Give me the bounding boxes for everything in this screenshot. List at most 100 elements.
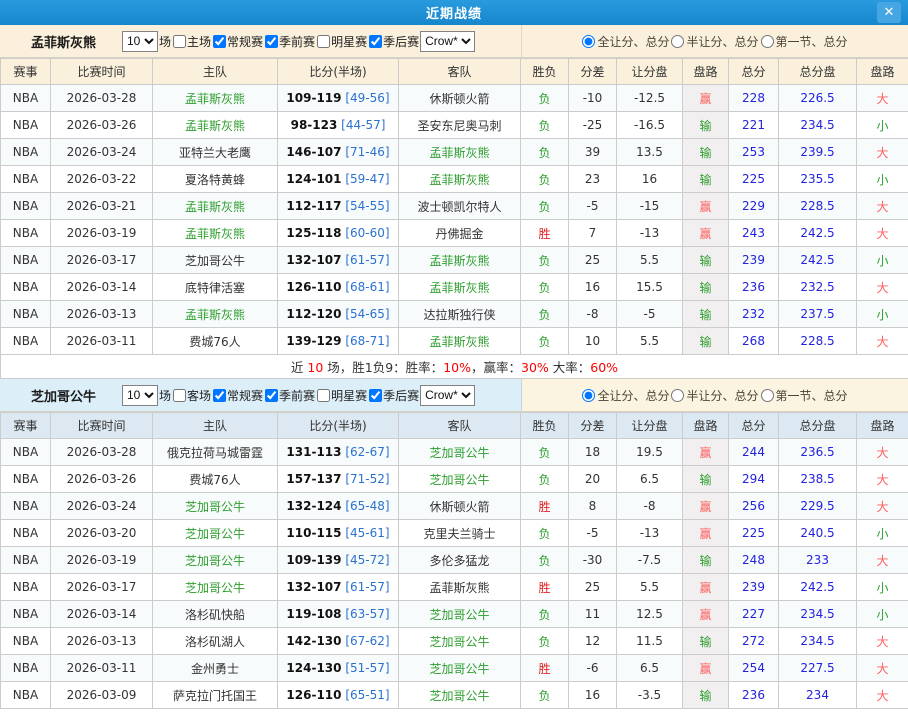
cell-date: 2026-03-11 — [51, 655, 153, 682]
cell-total-line: 236.5 — [779, 439, 857, 466]
cell-total-line: 229.5 — [779, 493, 857, 520]
filter-right-panel: 全让分、总分半让分、总分第一节、总分 — [522, 379, 908, 411]
filter-checkbox[interactable] — [265, 35, 278, 48]
filter-checkbox[interactable] — [265, 389, 278, 402]
cell-total-points: 268 — [729, 328, 779, 355]
filter-checkbox-text: 主场 — [187, 33, 211, 50]
filter-checkbox-label: 明星赛 — [315, 33, 367, 50]
score-fulltime: 112-117 — [286, 199, 341, 213]
filter-checkbox[interactable] — [213, 389, 226, 402]
games-unit-label: 场 — [159, 33, 171, 50]
cell-handicap-result: 赢 — [683, 85, 729, 112]
cell-date: 2026-03-21 — [51, 193, 153, 220]
filter-checkbox-label: 季后赛 — [367, 33, 419, 50]
cell-total-line: 242.5 — [779, 247, 857, 274]
cell-win-loss: 负 — [521, 682, 569, 709]
cell-handicap-line: -13 — [617, 220, 683, 247]
cell-score: 110-115 [45-61] — [278, 520, 399, 547]
filter-checkbox[interactable] — [317, 389, 330, 402]
odds-source-select[interactable]: Crow* — [420, 385, 475, 406]
score-fulltime: 126-110 — [286, 688, 341, 702]
filter-checkbox[interactable] — [317, 35, 330, 48]
cell-point-diff: 39 — [569, 139, 617, 166]
view-mode-radio[interactable] — [582, 389, 595, 402]
filter-checkbox-label: 主场 — [171, 33, 211, 50]
view-mode-radio[interactable] — [761, 35, 774, 48]
games-count-select[interactable]: 10 — [122, 31, 158, 52]
cell-total-line: 237.5 — [779, 301, 857, 328]
close-icon: ✕ — [884, 6, 895, 19]
view-mode-radio-text: 全让分、总分 — [597, 33, 669, 50]
filter-checkbox[interactable] — [213, 35, 226, 48]
column-header: 分差 — [569, 59, 617, 85]
filter-checkbox[interactable] — [369, 35, 382, 48]
view-mode-radio-text: 半让分、总分 — [686, 33, 758, 50]
summary-segment: 30% — [521, 360, 549, 375]
cell-handicap-line: 5.5 — [617, 574, 683, 601]
cell-league: NBA — [1, 439, 51, 466]
cell-league: NBA — [1, 466, 51, 493]
cell-handicap-result: 赢 — [683, 520, 729, 547]
cell-over-under: 大 — [857, 466, 908, 493]
cell-handicap-result: 赢 — [683, 493, 729, 520]
cell-handicap-result: 输 — [683, 166, 729, 193]
cell-handicap-line: 5.5 — [617, 328, 683, 355]
view-mode-radio[interactable] — [761, 389, 774, 402]
cell-home-team: 芝加哥公牛 — [153, 247, 278, 274]
cell-date: 2026-03-20 — [51, 520, 153, 547]
cell-league: NBA — [1, 85, 51, 112]
cell-home-team: 洛杉矶湖人 — [153, 628, 278, 655]
cell-date: 2026-03-26 — [51, 112, 153, 139]
close-button[interactable]: ✕ — [877, 2, 901, 23]
table-body: NBA2026-03-28孟菲斯灰熊109-119 [49-56]休斯顿火箭负-… — [1, 85, 908, 379]
cell-home-team: 费城76人 — [153, 466, 278, 493]
cell-total-points: 256 — [729, 493, 779, 520]
score-halftime: [71-46] — [345, 145, 389, 159]
cell-total-line: 242.5 — [779, 574, 857, 601]
cell-total-line: 228.5 — [779, 193, 857, 220]
view-mode-radio[interactable] — [582, 35, 595, 48]
cell-over-under: 大 — [857, 439, 908, 466]
cell-point-diff: 23 — [569, 166, 617, 193]
summary-segment: 大率： — [549, 360, 590, 375]
cell-away-team: 丹佛掘金 — [399, 220, 521, 247]
table-row: NBA2026-03-13孟菲斯灰熊112-120 [54-65]达拉斯独行侠负… — [1, 301, 908, 328]
cell-over-under: 大 — [857, 220, 908, 247]
score-halftime: [63-57] — [345, 607, 389, 621]
table-row: NBA2026-03-19芝加哥公牛109-139 [45-72]多伦多猛龙负-… — [1, 547, 908, 574]
results-table: 赛事比赛时间主队比分(半场)客队胜负分差让分盘盘路总分总分盘盘路NBA2026-… — [0, 58, 908, 379]
filter-checkbox[interactable] — [369, 389, 382, 402]
cell-win-loss: 负 — [521, 274, 569, 301]
recent-results-dialog: 近期战绩 ✕ 孟菲斯灰熊10场主场常规赛季前赛明星赛季后赛Crow*全让分、总分… — [0, 0, 908, 725]
cell-handicap-line: 11.5 — [617, 628, 683, 655]
cell-home-team: 费城76人 — [153, 328, 278, 355]
column-header: 赛事 — [1, 59, 51, 85]
view-mode-radio[interactable] — [671, 389, 684, 402]
column-header: 比分(半场) — [278, 413, 399, 439]
filter-checkbox[interactable] — [173, 389, 186, 402]
column-header: 总分盘 — [779, 59, 857, 85]
cell-date: 2026-03-11 — [51, 328, 153, 355]
table-row: NBA2026-03-11金州勇士124-130 [51-57]芝加哥公牛胜-6… — [1, 655, 908, 682]
cell-home-team: 孟菲斯灰熊 — [153, 193, 278, 220]
cell-away-team: 达拉斯独行侠 — [399, 301, 521, 328]
odds-source-select[interactable]: Crow* — [420, 31, 475, 52]
score-fulltime: 142-130 — [286, 634, 341, 648]
cell-handicap-line: 15.5 — [617, 274, 683, 301]
cell-point-diff: 25 — [569, 574, 617, 601]
cell-league: NBA — [1, 166, 51, 193]
cell-total-points: 228 — [729, 85, 779, 112]
cell-point-diff: 8 — [569, 493, 617, 520]
score-fulltime: 132-124 — [286, 499, 341, 513]
filter-checkbox[interactable] — [173, 35, 186, 48]
view-mode-radio[interactable] — [671, 35, 684, 48]
cell-point-diff: 11 — [569, 601, 617, 628]
cell-win-loss: 负 — [521, 301, 569, 328]
cell-date: 2026-03-09 — [51, 682, 153, 709]
cell-handicap-result: 输 — [683, 328, 729, 355]
cell-league: NBA — [1, 220, 51, 247]
cell-league: NBA — [1, 655, 51, 682]
table-row: NBA2026-03-11费城76人139-129 [68-71]孟菲斯灰熊负1… — [1, 328, 908, 355]
cell-total-points: 272 — [729, 628, 779, 655]
games-count-select[interactable]: 10 — [122, 385, 158, 406]
